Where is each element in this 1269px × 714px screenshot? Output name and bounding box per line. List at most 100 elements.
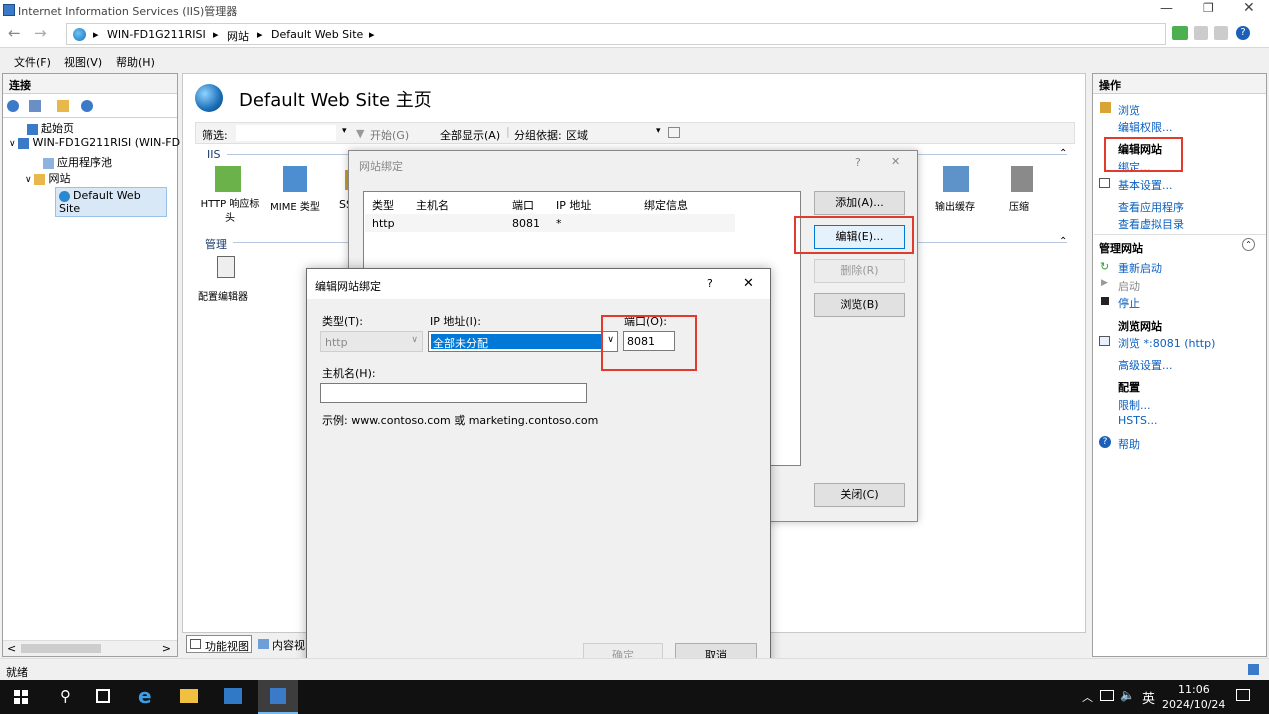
taskbar: ⚲ e ︿ 🔈 英 11:06 2024/10/24: [0, 680, 1269, 714]
close-bindings-button[interactable]: 关闭(C): [814, 483, 905, 507]
edit-close-button[interactable]: ✕: [743, 276, 754, 291]
connections-toolbar: [3, 94, 177, 118]
search-icon[interactable]: ⚲: [60, 687, 71, 705]
menu-help[interactable]: 帮助(H): [116, 54, 155, 70]
action-hsts[interactable]: HSTS...: [1118, 414, 1157, 427]
action-config-heading: 配置: [1118, 381, 1140, 394]
start-filter-button[interactable]: 开始(G): [370, 127, 409, 143]
forward-icon[interactable]: →: [34, 24, 47, 42]
restore-button[interactable]: ❐: [1203, 1, 1214, 15]
status-server-icon: [1248, 664, 1259, 675]
ip-select[interactable]: 全部未分配 ∨: [428, 331, 618, 352]
action-advanced-settings[interactable]: 高级设置...: [1118, 357, 1173, 373]
apppool-icon: [43, 157, 54, 169]
bindings-dialog-title: 网站绑定: [359, 160, 403, 173]
refresh-icon[interactable]: [1172, 26, 1188, 40]
clock-time[interactable]: 11:06: [1178, 683, 1210, 696]
back-icon[interactable]: ←: [8, 24, 21, 42]
action-browse-site-heading: 浏览网站: [1118, 320, 1162, 333]
ip-label: IP 地址(I):: [430, 315, 481, 328]
start-icon[interactable]: [14, 690, 28, 704]
minimize-button[interactable]: —: [1160, 1, 1173, 16]
filter-funnel-icon: ▼: [356, 127, 365, 140]
host-input[interactable]: [320, 383, 587, 403]
browse-binding-button[interactable]: 浏览(B): [814, 293, 905, 317]
type-select[interactable]: http ∨: [320, 331, 423, 352]
delete-connection-icon[interactable]: [81, 100, 93, 112]
menu-file[interactable]: 文件(F): [14, 54, 51, 70]
action-restart[interactable]: 重新启动: [1118, 260, 1162, 276]
collapse-icon[interactable]: ⌃: [1242, 238, 1255, 251]
add-binding-button[interactable]: 添加(A)...: [814, 191, 905, 215]
connections-title: 连接: [3, 74, 177, 94]
table-row[interactable]: http 8081 *: [365, 214, 735, 232]
http-headers-icon: [215, 166, 241, 192]
group-by-select[interactable]: 区域: [566, 127, 588, 143]
status-text: 就绪: [6, 666, 28, 679]
edit-help-button[interactable]: ?: [707, 277, 713, 290]
action-stop[interactable]: 停止: [1118, 295, 1140, 311]
tree-item-default-site[interactable]: Default Web Site: [55, 187, 167, 217]
address-bar: ← → ▸ WIN-FD1G211RISI ▸ 网站 ▸ Default Web…: [0, 20, 1269, 48]
remove-binding-button[interactable]: 删除(R): [814, 259, 905, 283]
explorer-icon[interactable]: [180, 689, 198, 703]
view-mode-icon[interactable]: [668, 127, 680, 138]
action-basic-settings[interactable]: 基本设置...: [1118, 177, 1173, 193]
tree-hscrollbar[interactable]: < >: [3, 640, 177, 656]
action-browse[interactable]: 浏览: [1118, 102, 1140, 118]
show-all-button[interactable]: 全部显示(A): [440, 127, 500, 143]
bindings-help-button[interactable]: ?: [855, 156, 861, 169]
edit-binding-dialog: 编辑网站绑定 ? ✕ 类型(T): http ∨ IP 地址(I): 全部未分配…: [306, 268, 771, 682]
action-limits[interactable]: 限制...: [1118, 397, 1151, 413]
start-icon: ▶: [1101, 278, 1108, 288]
start-page-icon: [27, 123, 38, 135]
config-editor-icon: [217, 256, 235, 278]
menu-bar: 文件(F) 视图(V) 帮助(H): [0, 50, 1269, 70]
iis-app-icon: [3, 4, 15, 16]
type-label: 类型(T):: [322, 315, 364, 328]
tree-item-apppools[interactable]: 应用程序池: [43, 154, 112, 170]
action-manage-site-heading: 管理网站: [1099, 242, 1143, 255]
tree-item-sites[interactable]: ∨ 网站: [25, 170, 70, 186]
breadcrumb[interactable]: ▸ WIN-FD1G211RISI ▸ 网站 ▸ Default Web Sit…: [66, 23, 1166, 45]
folder-icon[interactable]: [57, 100, 69, 112]
volume-icon[interactable]: 🔈: [1120, 688, 1135, 702]
action-start: 启动: [1118, 280, 1140, 293]
menu-view[interactable]: 视图(V): [64, 54, 102, 70]
action-edit-permissions[interactable]: 编辑权限...: [1118, 119, 1173, 135]
breadcrumb-sites[interactable]: 网站: [227, 28, 249, 44]
close-window-button[interactable]: ✕: [1243, 0, 1255, 16]
action-help[interactable]: 帮助: [1118, 436, 1140, 452]
help-icon[interactable]: ?: [1236, 26, 1250, 40]
host-label: 主机名(H):: [322, 367, 376, 380]
annotation-edit-site-box: [1104, 137, 1183, 172]
ime-indicator[interactable]: 英: [1142, 688, 1155, 707]
connect-icon[interactable]: [7, 100, 19, 112]
breadcrumb-site[interactable]: Default Web Site: [271, 28, 363, 41]
network-icon[interactable]: [1100, 690, 1114, 701]
browse-icon: [1100, 102, 1111, 113]
edit-dialog-title: 编辑网站绑定: [315, 280, 381, 293]
status-bar: 就绪: [0, 658, 1269, 680]
compression-icon: [1011, 166, 1033, 192]
save-icon[interactable]: [29, 100, 41, 112]
filter-input[interactable]: [236, 125, 336, 141]
action-view-vdirs[interactable]: 查看虚拟目录: [1118, 216, 1184, 232]
task-view-icon[interactable]: [96, 689, 110, 703]
breadcrumb-server[interactable]: WIN-FD1G211RISI: [107, 28, 206, 41]
bindings-close-button[interactable]: ✕: [891, 155, 900, 168]
clock-date[interactable]: 2024/10/24: [1162, 698, 1225, 711]
action-view-apps[interactable]: 查看应用程序: [1118, 199, 1184, 215]
home-icon[interactable]: [1214, 26, 1228, 40]
tree-item-start[interactable]: 起始页: [27, 120, 74, 136]
browse-site-icon: [1099, 336, 1110, 346]
site-home-globe-icon: [195, 84, 223, 112]
server-manager-icon[interactable]: [224, 688, 242, 704]
action-browse-8081[interactable]: 浏览 *:8081 (http): [1118, 335, 1215, 351]
tree-item-server[interactable]: ∨ WIN-FD1G211RISI (WIN-FD: [9, 136, 180, 149]
tray-chevron-icon[interactable]: ︿: [1082, 689, 1093, 705]
restart-icon: ↻: [1100, 260, 1110, 273]
notification-icon[interactable]: [1236, 689, 1250, 701]
stop-icon[interactable]: [1194, 26, 1208, 40]
edge-icon[interactable]: e: [138, 684, 152, 708]
